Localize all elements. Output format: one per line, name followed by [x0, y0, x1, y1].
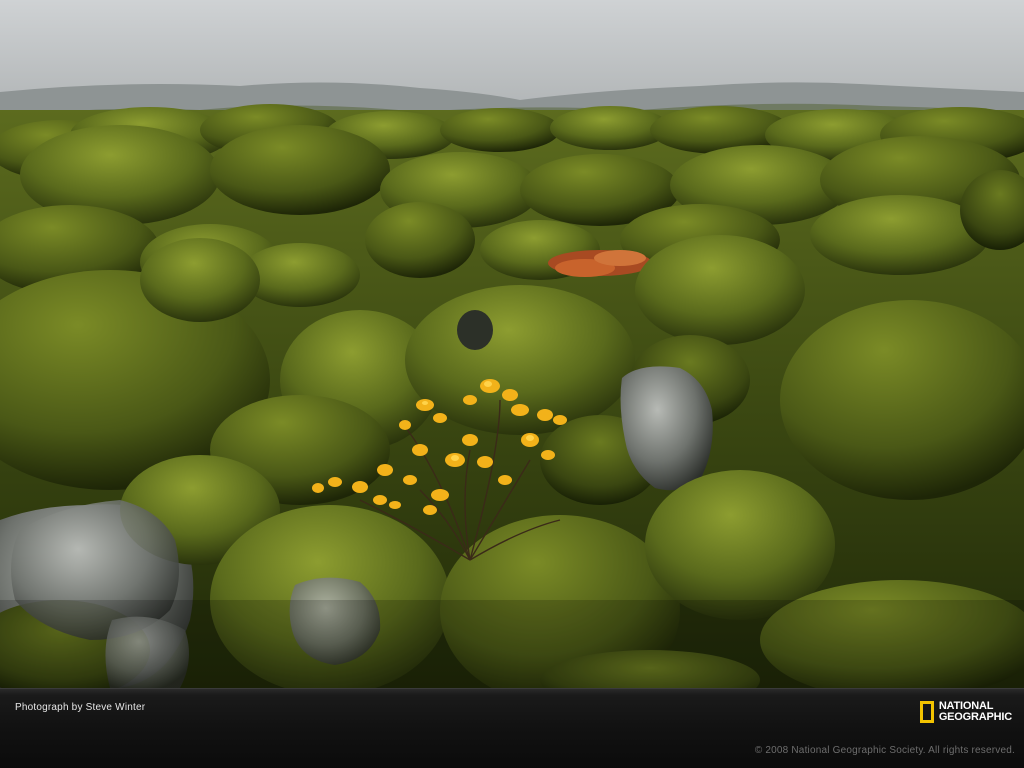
- logo-line-2: GEOGRAPHIC: [938, 711, 1012, 723]
- caption-bar: Photograph by Steve Winter NATIONAL GEOG…: [0, 688, 1024, 768]
- copyright-notice: © 2008 National Geographic Society. All …: [754, 745, 1015, 756]
- moss-landscape-image: [0, 0, 1024, 688]
- national-geographic-logo: NATIONAL GEOGRAPHIC: [919, 701, 1012, 723]
- shade: [0, 600, 1024, 688]
- photograph: [0, 0, 1024, 688]
- photo-credit: Photograph by Steve Winter: [15, 702, 146, 713]
- yellow-border-icon: [919, 701, 934, 723]
- wallpaper: Photograph by Steve Winter NATIONAL GEOG…: [0, 0, 1024, 768]
- logo-wordmark: NATIONAL GEOGRAPHIC: [939, 701, 1012, 723]
